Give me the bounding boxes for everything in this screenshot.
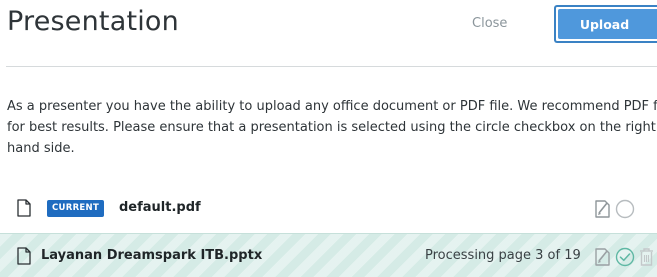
file-icon bbox=[17, 247, 31, 265]
file-name: Layanan Dreamspark ITB.pptx bbox=[41, 248, 263, 263]
upload-instructions: As a presenter you have the ability to u… bbox=[7, 99, 657, 156]
presentation-upload-modal: Presentation Close Upload As a presenter… bbox=[0, 0, 657, 277]
modal-title: Presentation bbox=[7, 6, 179, 37]
header-divider bbox=[6, 66, 657, 67]
trash-icon[interactable] bbox=[638, 247, 655, 267]
upload-button[interactable]: Upload bbox=[554, 5, 657, 43]
processing-status: Processing page 3 of 19 bbox=[425, 248, 581, 263]
download-toggle-icon[interactable] bbox=[594, 247, 612, 267]
current-badge: CURRENT bbox=[47, 200, 105, 217]
selected-check-icon[interactable] bbox=[615, 247, 635, 267]
file-row-current: CURRENT default.pdf bbox=[0, 190, 657, 228]
file-row-processing: Layanan Dreamspark ITB.pptx Processing p… bbox=[0, 233, 657, 277]
close-button[interactable]: Close bbox=[472, 16, 507, 31]
upload-button-label: Upload bbox=[558, 9, 657, 39]
download-toggle-icon[interactable] bbox=[594, 199, 612, 219]
modal-header: Presentation Close Upload bbox=[0, 0, 657, 66]
select-circle-icon[interactable] bbox=[615, 199, 635, 219]
file-name: default.pdf bbox=[119, 200, 201, 215]
file-icon bbox=[17, 199, 31, 217]
